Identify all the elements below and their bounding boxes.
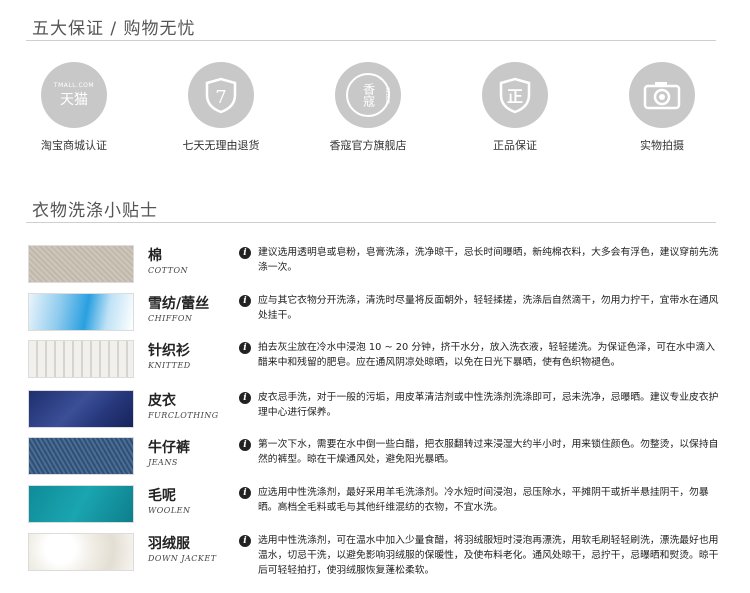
fabric-swatch-cotton xyxy=(28,245,134,283)
fabric-name-cn: 羽绒服 xyxy=(148,536,190,552)
fabric-name-en: WOOLEN xyxy=(148,506,191,515)
fabric-swatch-knitted xyxy=(28,340,134,378)
fabric-row-fur: 皮衣 FURCLOTHING i 皮衣忌手洗，对于一般的污垢，用皮革清洁剂或中性… xyxy=(28,390,718,430)
guarantee-brand: 香寇 CEBLO 香寇官方旗舰店 xyxy=(308,62,428,153)
guarantee-seven-day: 7 七天无理由退货 xyxy=(161,62,281,153)
info-icon: i xyxy=(239,392,251,404)
info-icon: i xyxy=(239,247,251,259)
guarantee-label: 正品保证 xyxy=(493,139,537,152)
fabric-swatch-fur xyxy=(28,390,134,428)
fabric-care-text: 应与其它衣物分开洗涤，清洗时尽量将反面朝外，轻轻揉搓，洗涤后自然滴干，勿用力拧干… xyxy=(258,295,719,321)
fabric-name-en: FURCLOTHING xyxy=(148,411,219,420)
camera-icon xyxy=(629,62,695,128)
fabric-care-text: 建议选用透明皂或皂粉，皂膏洗涤，洗净晾干，忌长时间曝晒，新纯棉衣料，大多会有浮色… xyxy=(258,247,719,273)
brand-logo-text: 香寇 xyxy=(361,83,376,107)
fabric-row-chiffon: 雪纺/蕾丝 CHIFFON i 应与其它衣物分开洗涤，清洗时尽量将反面朝外，轻轻… xyxy=(28,293,718,333)
fabric-row-woolen: 毛呢 WOOLEN i 应选用中性洗涤剂，最好采用羊毛洗涤剂。冷水短时间浸泡，忌… xyxy=(28,485,718,525)
guarantee-label: 淘宝商城认证 xyxy=(41,139,107,152)
section-title-washing-tips: 衣物洗涤小贴士 xyxy=(32,201,158,221)
fabric-swatch-jeans xyxy=(28,437,134,475)
guarantee-label: 实物拍摄 xyxy=(640,139,684,152)
fabric-name-en: JEANS xyxy=(148,458,178,467)
genuine-shield-shape: 正 xyxy=(499,77,531,114)
genuine-shield-icon: 正 xyxy=(482,62,548,128)
fabric-name-en: DOWN JACKET xyxy=(148,554,217,563)
guarantee-tmall: TMALL.COM 天猫 淘宝商城认证 xyxy=(14,62,134,153)
guarantee-genuine: 正 正品保证 xyxy=(455,62,575,153)
brand-logo-icon: 香寇 CEBLO xyxy=(335,62,401,128)
fabric-name-cn: 针织衫 xyxy=(148,343,190,359)
info-icon: i xyxy=(239,439,251,451)
seven-day-shield-icon: 7 xyxy=(188,62,254,128)
tmall-badge-top: TMALL.COM xyxy=(53,82,95,89)
genuine-text: 正 xyxy=(507,87,523,106)
fabric-care-text: 应选用中性洗涤剂，最好采用羊毛洗涤剂。冷水短时间浸泡，忌压除水，平摊阴干或折半悬… xyxy=(258,487,709,513)
tmall-badge-main: 天猫 xyxy=(59,92,88,108)
fabric-row-jeans: 牛仔裤 JEANS i 第一次下水，需要在水中倒一些白醋，把衣服翻转过来浸湿大约… xyxy=(28,437,718,477)
section-title-guarantees: 五大保证 / 购物无忧 xyxy=(32,19,196,39)
guarantee-label: 七天无理由退货 xyxy=(182,139,260,152)
fabric-swatch-down xyxy=(28,533,134,571)
tmall-icon: TMALL.COM 天猫 xyxy=(41,62,107,128)
fabric-swatch-chiffon xyxy=(28,293,134,331)
fabric-row-down-jacket: 羽绒服 DOWN JACKET i 选用中性洗涤剂，可在温水中加入少量食醋，将羽… xyxy=(28,533,718,576)
brand-logo-side: CEBLO xyxy=(384,87,390,104)
seven-text: 7 xyxy=(215,87,226,108)
info-icon: i xyxy=(239,487,251,499)
fabric-care-text: 选用中性洗涤剂，可在温水中加入少量食醋，将羽绒服短时浸泡再漂洗，用软毛刷轻轻刷洗… xyxy=(258,535,719,576)
fabric-name-en: CHIFFON xyxy=(148,314,193,323)
fabric-care-text: 第一次下水，需要在水中倒一些白醋，把衣服翻转过来浸湿大约半小时，用来锁住颜色。勿… xyxy=(258,439,719,465)
fabric-name-en: COTTON xyxy=(148,266,189,275)
fabric-name-cn: 皮衣 xyxy=(148,393,176,409)
fabric-name-cn: 棉 xyxy=(148,248,162,264)
info-icon: i xyxy=(239,295,251,307)
fabric-row-cotton: 棉 COTTON i 建议选用透明皂或皂粉，皂膏洗涤，洗净晾干，忌长时间曝晒，新… xyxy=(28,245,718,285)
fabric-name-cn: 毛呢 xyxy=(148,488,176,504)
info-icon: i xyxy=(239,535,251,547)
guarantee-label: 香寇官方旗舰店 xyxy=(329,139,407,152)
fabric-swatch-woolen xyxy=(28,485,134,523)
fabric-row-knitted: 针织衫 KNITTED i 拍去灰尘放在冷水中浸泡 10 ~ 20 分钟，挤干水… xyxy=(28,340,718,380)
fabric-name-cn: 雪纺/蕾丝 xyxy=(148,296,210,312)
shield-shape: 7 xyxy=(205,77,237,114)
divider xyxy=(26,40,716,41)
fabric-name-cn: 牛仔裤 xyxy=(148,440,190,456)
camera-shape xyxy=(643,82,681,110)
fabric-care-text: 皮衣忌手洗，对于一般的污垢，用皮革清洁剂或中性洗涤剂洗涤即可，忌未洗净，忌曝晒。… xyxy=(258,392,719,418)
info-icon: i xyxy=(239,342,251,354)
divider xyxy=(26,222,716,223)
fabric-name-en: KNITTED xyxy=(148,361,191,370)
guarantee-real-photo: 实物拍摄 xyxy=(602,62,722,153)
fabric-care-text: 拍去灰尘放在冷水中浸泡 10 ~ 20 分钟，挤干水分，放入洗衣液，轻轻搓洗。为… xyxy=(258,342,716,368)
